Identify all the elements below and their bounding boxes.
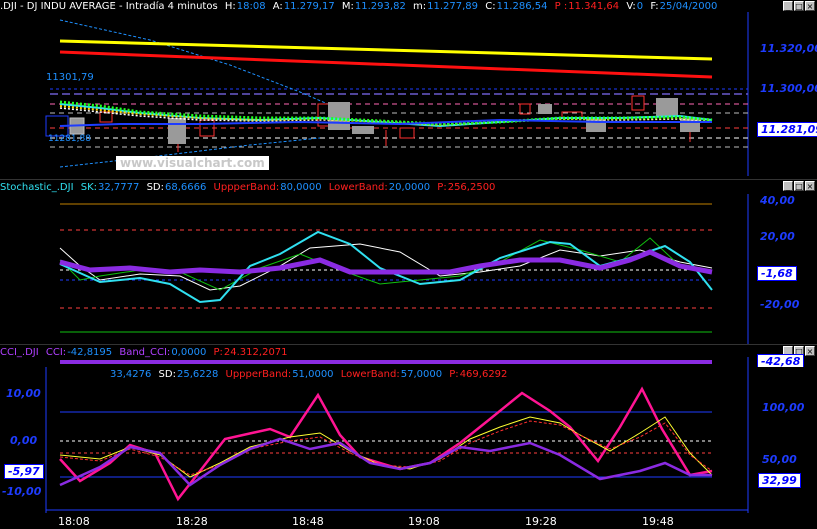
level-label-top: 11301,79 xyxy=(46,72,94,83)
cci-chart-svg xyxy=(60,357,749,367)
price-axis-label: 11.320,00 xyxy=(760,42,817,55)
osc-right-axis-label: 50,00 xyxy=(762,453,797,466)
stoch-axis-label: 40,00 xyxy=(760,194,795,207)
ma-blue xyxy=(59,118,712,127)
stochastic-pane[interactable]: Stochastic_.DJI SK:32,7777 SD:68,6666 Up… xyxy=(0,179,817,344)
osc-left-axis-label: -10,00 xyxy=(2,485,42,498)
time-label: 19:08 xyxy=(408,515,440,528)
time-label: 18:48 xyxy=(292,515,324,528)
stoch-axis-label: 20,00 xyxy=(760,230,795,243)
price-chart-pane[interactable]: .DJI - DJ INDU AVERAGE - Intradía 4 minu… xyxy=(0,0,817,176)
osc-left-current-value: -5,97 xyxy=(4,464,44,479)
time-label: 18:28 xyxy=(176,515,208,528)
osc-chart-svg xyxy=(45,367,749,513)
trend-line-blue xyxy=(59,19,331,106)
price-current-value: 11.281,09 xyxy=(757,122,817,137)
level-label-bottom: 11281,88 xyxy=(48,134,91,144)
osc-violet-line xyxy=(59,437,712,487)
osc-magenta-line xyxy=(59,386,713,502)
time-label: 19:48 xyxy=(642,515,674,528)
osc-left-axis-label: 0,00 xyxy=(10,434,38,447)
cci-pane[interactable]: CCI_.DJI CCI:-42,8195 Band_CCI:0,0000 P:… xyxy=(0,344,817,369)
watermark: www.visualchart.com xyxy=(116,156,269,170)
price-axis-label: 11.300,00 xyxy=(760,82,817,95)
time-label: 18:08 xyxy=(58,515,90,528)
time-axis: 18:08 18:28 18:48 19:08 19:28 19:48 xyxy=(0,513,817,529)
osc-left-axis-label: 10,00 xyxy=(6,387,41,400)
oscillator-pane[interactable]: 33,4276 SD:25,6228 UppperBand:51,0000 Lo… xyxy=(0,367,817,513)
stoch-violet-line xyxy=(59,249,713,275)
osc-right-axis-label: 100,00 xyxy=(762,401,805,414)
stoch-axis-label: -20,00 xyxy=(760,298,800,311)
stoch-chart-svg xyxy=(59,194,749,344)
stoch-cyan-line xyxy=(59,230,713,304)
osc-right-current-value: 32,99 xyxy=(758,473,801,488)
stoch-current-value: -1,68 xyxy=(757,266,797,281)
price-chart-svg xyxy=(45,12,749,176)
time-label: 19:28 xyxy=(525,515,557,528)
